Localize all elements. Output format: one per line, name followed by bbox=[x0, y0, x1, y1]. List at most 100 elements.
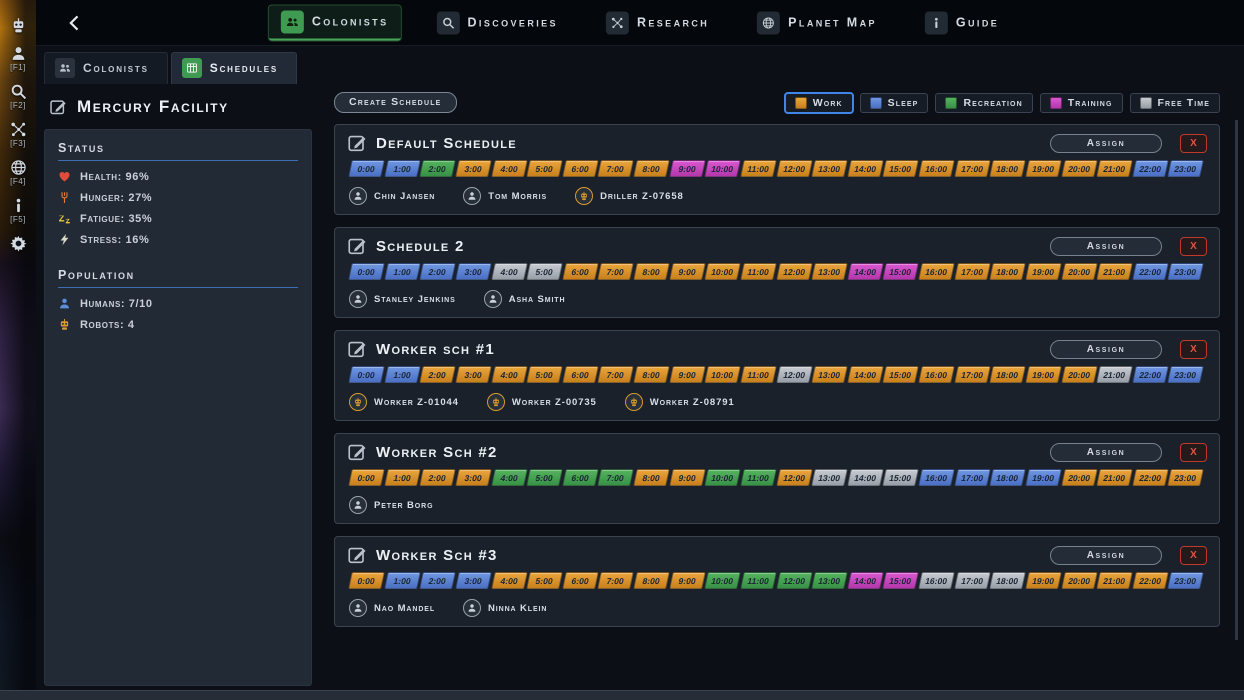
legend-work[interactable]: Work bbox=[785, 93, 853, 113]
hour-block-work[interactable]: 15:00 bbox=[883, 366, 919, 383]
hour-block-free[interactable]: 15:00 bbox=[883, 469, 919, 486]
hour-block-work[interactable]: 6:00 bbox=[562, 263, 598, 280]
hour-block-free[interactable]: 4:00 bbox=[491, 263, 527, 280]
hour-block-work[interactable]: 9:00 bbox=[669, 572, 705, 589]
legend-sleep[interactable]: Sleep bbox=[860, 93, 929, 113]
hour-block-recreation[interactable]: 4:00 bbox=[491, 469, 527, 486]
hour-block-work[interactable]: 21:00 bbox=[1096, 160, 1132, 177]
assign-button[interactable]: Assign bbox=[1050, 443, 1162, 462]
hour-block-work[interactable]: 5:00 bbox=[526, 572, 562, 589]
hour-block-work[interactable]: 17:00 bbox=[954, 160, 990, 177]
hour-block-work[interactable]: 21:00 bbox=[1096, 263, 1132, 280]
sidebar-discoveries-button[interactable]: [F2] bbox=[9, 82, 28, 111]
hour-block-work[interactable]: 23:00 bbox=[1168, 469, 1204, 486]
hour-block-work[interactable]: 17:00 bbox=[954, 263, 990, 280]
hour-block-work[interactable]: 2:00 bbox=[419, 366, 455, 383]
assign-button[interactable]: Assign bbox=[1050, 134, 1162, 153]
hour-block-work[interactable]: 8:00 bbox=[633, 160, 669, 177]
sidebar-robot-button[interactable] bbox=[9, 16, 28, 35]
legend-training[interactable]: Training bbox=[1040, 93, 1123, 113]
nav-item-planet-map[interactable]: Planet Map bbox=[745, 6, 889, 39]
hour-block-recreation[interactable]: 2:00 bbox=[419, 160, 455, 177]
legend-free[interactable]: Free Time bbox=[1130, 93, 1220, 113]
hour-block-free[interactable]: 18:00 bbox=[989, 572, 1025, 589]
delete-schedule-button[interactable]: X bbox=[1180, 340, 1207, 359]
hour-block-work[interactable]: 10:00 bbox=[704, 263, 740, 280]
hour-block-work[interactable]: 6:00 bbox=[562, 160, 598, 177]
hour-block-work[interactable]: 18:00 bbox=[989, 160, 1025, 177]
hour-block-sleep[interactable]: 3:00 bbox=[455, 263, 491, 280]
assignee-tom-morris[interactable]: Tom Morris bbox=[463, 187, 547, 205]
hour-block-work[interactable]: 4:00 bbox=[491, 366, 527, 383]
hour-block-sleep[interactable]: 16:00 bbox=[918, 469, 954, 486]
hour-block-training[interactable]: 15:00 bbox=[883, 572, 919, 589]
assignee-worker-z-08791[interactable]: Worker Z-08791 bbox=[625, 393, 735, 411]
hour-block-work[interactable]: 8:00 bbox=[633, 366, 669, 383]
hour-block-work[interactable]: 7:00 bbox=[598, 160, 634, 177]
hour-block-recreation[interactable]: 7:00 bbox=[598, 469, 634, 486]
hour-block-recreation[interactable]: 10:00 bbox=[704, 572, 740, 589]
hour-block-work[interactable]: 10:00 bbox=[704, 366, 740, 383]
hour-block-work[interactable]: 4:00 bbox=[491, 160, 527, 177]
sidebar-planet-button[interactable]: [F4] bbox=[9, 158, 28, 187]
tab-colonists[interactable]: Colonists bbox=[44, 52, 168, 84]
assign-button[interactable]: Assign bbox=[1050, 237, 1162, 256]
hour-block-sleep[interactable]: 0:00 bbox=[348, 160, 384, 177]
hour-block-work[interactable]: 0:00 bbox=[348, 572, 384, 589]
back-button[interactable] bbox=[60, 8, 90, 38]
sidebar-settings-button[interactable] bbox=[9, 234, 28, 253]
hour-block-work[interactable]: 22:00 bbox=[1132, 572, 1168, 589]
scrollbar[interactable] bbox=[1235, 120, 1238, 640]
hour-block-sleep[interactable]: 0:00 bbox=[348, 263, 384, 280]
delete-schedule-button[interactable]: X bbox=[1180, 134, 1207, 153]
delete-schedule-button[interactable]: X bbox=[1180, 443, 1207, 462]
hour-block-sleep[interactable]: 22:00 bbox=[1132, 160, 1168, 177]
hour-block-sleep[interactable]: 23:00 bbox=[1168, 160, 1204, 177]
hour-block-work[interactable]: 21:00 bbox=[1096, 469, 1132, 486]
hour-block-work[interactable]: 16:00 bbox=[918, 160, 954, 177]
hour-block-work[interactable]: 14:00 bbox=[847, 160, 883, 177]
hour-block-free[interactable]: 21:00 bbox=[1096, 366, 1132, 383]
assignee-chin-jansen[interactable]: Chin Jansen bbox=[349, 187, 435, 205]
hour-block-work[interactable]: 13:00 bbox=[811, 160, 847, 177]
create-schedule-button[interactable]: Create Schedule bbox=[334, 92, 457, 113]
assign-button[interactable]: Assign bbox=[1050, 340, 1162, 359]
edit-schedule-button[interactable] bbox=[347, 442, 367, 462]
hour-block-work[interactable]: 11:00 bbox=[740, 160, 776, 177]
hour-block-work[interactable]: 0:00 bbox=[348, 469, 384, 486]
assignee-nao-mandel[interactable]: Nao Mandel bbox=[349, 599, 435, 617]
delete-schedule-button[interactable]: X bbox=[1180, 237, 1207, 256]
delete-schedule-button[interactable]: X bbox=[1180, 546, 1207, 565]
edit-schedule-button[interactable] bbox=[347, 545, 367, 565]
hour-block-recreation[interactable]: 12:00 bbox=[776, 572, 812, 589]
hour-block-work[interactable]: 9:00 bbox=[669, 366, 705, 383]
hour-block-work[interactable]: 20:00 bbox=[1061, 366, 1097, 383]
hour-block-work[interactable]: 19:00 bbox=[1025, 572, 1061, 589]
hour-block-free[interactable]: 14:00 bbox=[847, 469, 883, 486]
hour-block-work[interactable]: 1:00 bbox=[384, 469, 420, 486]
assignee-ninna-klein[interactable]: Ninna Klein bbox=[463, 599, 547, 617]
hour-block-training[interactable]: 10:00 bbox=[704, 160, 740, 177]
hour-block-work[interactable]: 7:00 bbox=[598, 263, 634, 280]
hour-block-sleep[interactable]: 0:00 bbox=[348, 366, 384, 383]
hour-block-free[interactable]: 16:00 bbox=[918, 572, 954, 589]
hour-block-work[interactable]: 3:00 bbox=[455, 469, 491, 486]
hour-block-training[interactable]: 15:00 bbox=[883, 263, 919, 280]
hour-block-work[interactable]: 11:00 bbox=[740, 366, 776, 383]
hour-block-sleep[interactable]: 1:00 bbox=[384, 160, 420, 177]
hour-block-work[interactable]: 11:00 bbox=[740, 263, 776, 280]
hour-block-free[interactable]: 17:00 bbox=[954, 572, 990, 589]
assignee-stanley-jenkins[interactable]: Stanley Jenkins bbox=[349, 290, 456, 308]
hour-block-sleep[interactable]: 23:00 bbox=[1168, 366, 1204, 383]
hour-block-training[interactable]: 9:00 bbox=[669, 160, 705, 177]
legend-recreation[interactable]: Recreation bbox=[935, 93, 1032, 113]
hour-block-work[interactable]: 6:00 bbox=[562, 572, 598, 589]
hour-block-free[interactable]: 5:00 bbox=[526, 263, 562, 280]
edit-schedule-button[interactable] bbox=[347, 133, 367, 153]
hour-block-work[interactable]: 19:00 bbox=[1025, 263, 1061, 280]
hour-block-sleep[interactable]: 23:00 bbox=[1168, 572, 1204, 589]
hour-block-work[interactable]: 5:00 bbox=[526, 366, 562, 383]
hour-block-work[interactable]: 9:00 bbox=[669, 469, 705, 486]
hour-block-work[interactable]: 8:00 bbox=[633, 263, 669, 280]
edit-schedule-button[interactable] bbox=[347, 236, 367, 256]
